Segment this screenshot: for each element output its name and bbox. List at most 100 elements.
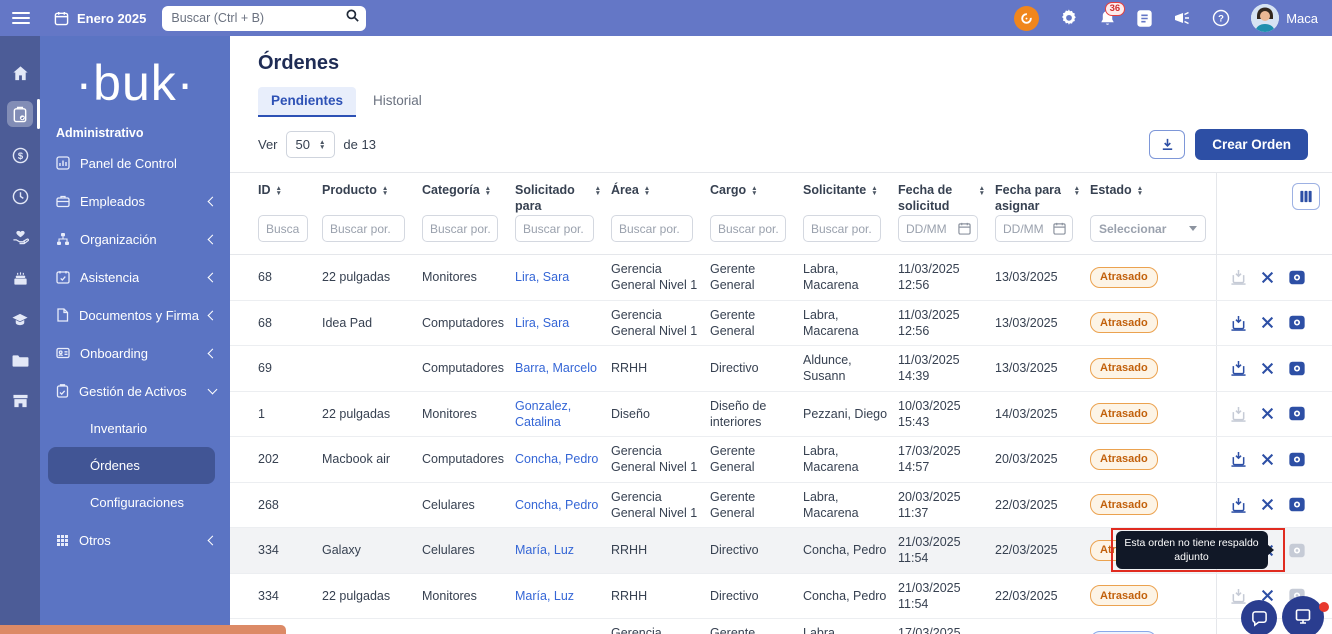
device-widget-button[interactable] [1282,596,1324,634]
cell-estado: Atrasado [1090,482,1216,528]
view-backup-button[interactable] [1287,404,1307,424]
export-download-button[interactable] [1149,130,1185,159]
sort-icon: ▲▼ [276,186,282,196]
cancel-order-button[interactable] [1258,267,1278,287]
intercom-icon[interactable] [1014,6,1039,31]
filter-fecha-solicitud-date[interactable] [898,215,978,242]
benefits-hand-heart-icon[interactable] [7,224,33,250]
asset-management-clipboard-icon[interactable] [7,101,33,127]
assign-download-button[interactable] [1229,495,1249,515]
settings-gear-icon[interactable] [1060,9,1078,27]
employee-link[interactable]: Concha, Pedro [515,452,598,466]
column-header-solicitado-para[interactable]: Solicitado para▲▼ [515,183,601,215]
assign-download-button[interactable] [1229,358,1249,378]
column-header-cargo[interactable]: Cargo▲▼ [710,183,793,215]
filter-fecha-asignar-date[interactable] [995,215,1073,242]
sidebar-item-asistencia[interactable]: Asistencia [40,258,230,296]
cell-area: Gerencia General Nivel 1 [611,255,710,301]
sidebar-subitem-inventario[interactable]: Inventario [48,410,215,447]
filter-categoria-input[interactable] [422,215,498,242]
view-backup-button[interactable] [1287,267,1307,287]
column-header-area[interactable]: Área▲▼ [611,183,700,215]
user-menu[interactable]: Maca [1251,4,1318,32]
column-header-solicitante[interactable]: Solicitante▲▼ [803,183,888,215]
period-selector[interactable]: Enero 2025 [77,11,146,26]
column-header-producto[interactable]: Producto▲▼ [322,183,412,215]
sidebar-item-documentos-y-firma[interactable]: Documentos y Firma [40,296,230,334]
table-row: 268CelularesConcha, PedroGerencia Genera… [230,482,1332,528]
assign-download-button[interactable] [1229,313,1249,333]
sidebar-subitem-configuraciones[interactable]: Configuraciones [48,484,215,521]
employee-link[interactable]: Gonzalez, Catalina [515,399,571,429]
employee-link[interactable]: Lira, Sara [515,270,569,284]
cancel-order-button[interactable] [1258,404,1278,424]
sidebar-item-gestion-de-activos[interactable]: Gestión de Activos [40,372,230,410]
column-header-fecha-solicitud[interactable]: Fecha de solicitud▲▼ [898,183,985,215]
sidebar-item-otros[interactable]: Otros [40,521,230,559]
column-header-id[interactable]: ID▲▼ [258,183,312,215]
news-document-icon[interactable] [1137,10,1152,27]
view-backup-button[interactable] [1287,313,1307,333]
filter-id-input[interactable] [258,215,308,242]
home-icon[interactable] [7,60,33,86]
column-settings-button[interactable] [1292,183,1320,210]
filter-area-input[interactable] [611,215,693,242]
sort-icon: ▲▼ [751,186,757,196]
time-clock-icon[interactable] [7,183,33,209]
cell-area: Diseño [611,391,710,437]
culture-cake-icon[interactable] [7,265,33,291]
column-header-categoria[interactable]: Categoría▲▼ [422,183,505,215]
sidebar-item-organizacion[interactable]: Organización [40,220,230,258]
filter-cargo-input[interactable] [710,215,786,242]
chat-bubble-button[interactable] [1241,600,1277,634]
create-order-button[interactable]: Crear Orden [1195,129,1308,160]
filter-solicitado-para-input[interactable] [515,215,594,242]
cell-fecha-asignar: 20/03/2025 [995,437,1090,483]
view-backup-button[interactable] [1287,495,1307,515]
announcements-megaphone-icon[interactable] [1173,10,1191,26]
employee-link[interactable]: Concha, Pedro [515,498,598,512]
filter-solicitante-input[interactable] [803,215,881,242]
sidebar-item-panel-de-control[interactable]: Panel de Control [40,144,230,182]
notifications-bell-icon[interactable]: 36 [1099,9,1116,27]
sidebar-item-empleados[interactable]: Empleados [40,182,230,220]
files-folder-icon[interactable] [7,347,33,373]
cell-fecha-solicitud: 11/03/202514:39 [898,346,995,392]
tooltip-arrow-icon [1267,544,1274,556]
tab-pendientes[interactable]: Pendientes [258,87,356,117]
table-header-row: ID▲▼ Producto▲▼ Categoría▲▼ Solicitado p… [230,173,1332,255]
tab-historial[interactable]: Historial [360,87,435,117]
view-backup-button[interactable] [1287,358,1307,378]
cell-estado: Atrasado [1090,255,1216,301]
cell-fecha-asignar: 14/03/2025 [995,391,1090,437]
training-graduation-icon[interactable] [7,306,33,332]
cancel-order-button[interactable] [1258,358,1278,378]
employee-link[interactable]: María, Luz [515,589,574,603]
kiosk-storefront-icon[interactable] [7,388,33,414]
view-backup-button[interactable] [1287,449,1307,469]
notification-count-badge: 36 [1105,2,1126,16]
cell-solicitante: Labra, Macarena [803,482,898,528]
cancel-order-button[interactable] [1258,495,1278,515]
cancel-order-button[interactable] [1258,449,1278,469]
payroll-coin-icon[interactable]: $ [7,142,33,168]
employee-link[interactable]: Barra, Marcelo [515,361,597,375]
global-search[interactable] [162,6,366,31]
status-badge: Atrasado [1090,312,1158,333]
sidebar-item-onboarding[interactable]: Onboarding [40,334,230,372]
column-header-fecha-asignar[interactable]: Fecha para asignar▲▼ [995,183,1080,215]
filter-estado-select[interactable]: Seleccionar [1090,215,1206,242]
cancel-order-button[interactable] [1258,313,1278,333]
sidebar-subitem-ordenes[interactable]: Órdenes [48,447,215,484]
hamburger-menu-icon[interactable] [12,12,30,24]
table-row: 6822 pulgadasMonitoresLira, SaraGerencia… [230,255,1332,301]
filter-producto-input[interactable] [322,215,405,242]
help-icon[interactable]: ? [1212,9,1230,27]
page-size-select[interactable]: 50 ▲▼ [286,131,336,158]
column-header-estado[interactable]: Estado▲▼ [1090,183,1206,215]
employee-link[interactable]: María, Luz [515,543,574,557]
search-input[interactable] [171,11,345,25]
assign-download-button[interactable] [1229,449,1249,469]
employee-link[interactable]: Lira, Sara [515,316,569,330]
search-icon[interactable] [345,8,360,28]
